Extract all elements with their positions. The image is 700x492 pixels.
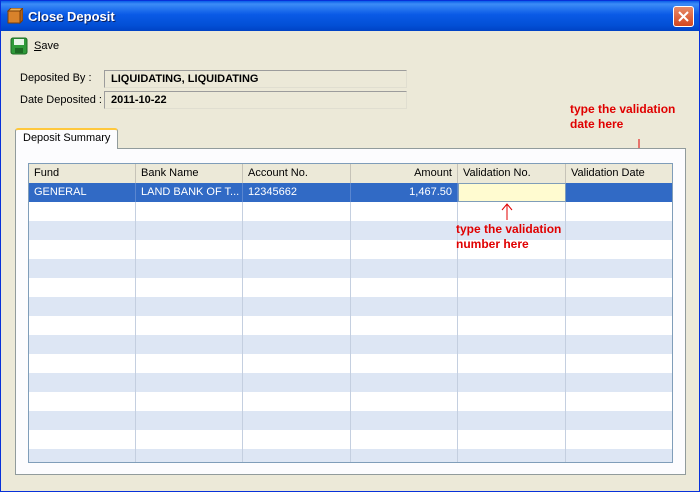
- deposit-summary-panel: Fund Bank Name Account No. Amount Valida…: [15, 148, 686, 475]
- empty-row: [29, 354, 672, 373]
- column-header-bank-name[interactable]: Bank Name: [136, 164, 243, 183]
- app-icon: [6, 6, 25, 25]
- empty-row: [29, 449, 672, 462]
- empty-row: [29, 430, 672, 449]
- validation-date-input[interactable]: [566, 183, 672, 202]
- column-header-fund[interactable]: Fund: [29, 164, 136, 183]
- empty-row: [29, 392, 672, 411]
- empty-row: [29, 373, 672, 392]
- title-bar[interactable]: Close Deposit: [1, 1, 699, 31]
- validation-date-hint: type the validation date here: [570, 102, 676, 131]
- empty-row: [29, 202, 672, 221]
- save-icon: [10, 37, 28, 55]
- close-button[interactable]: [673, 6, 694, 27]
- cell-amount[interactable]: 1,467.50: [351, 183, 458, 202]
- empty-row: [29, 278, 672, 297]
- cell-account-no[interactable]: 12345662: [243, 183, 351, 202]
- column-header-validation-date[interactable]: Validation Date: [566, 164, 672, 183]
- tab-deposit-summary[interactable]: Deposit Summary: [15, 128, 119, 149]
- date-deposited-label: Date Deposited :: [20, 94, 102, 106]
- close-deposit-window: Close Deposit Save Deposited By : LIQUID…: [0, 0, 700, 492]
- save-button[interactable]: Save: [10, 36, 59, 56]
- empty-row: [29, 335, 672, 354]
- column-header-validation-no[interactable]: Validation No.: [458, 164, 566, 183]
- column-header-account-no[interactable]: Account No.: [243, 164, 351, 183]
- column-header-amount[interactable]: Amount: [351, 164, 458, 183]
- deposited-by-label: Deposited By :: [20, 72, 92, 84]
- grid-header: Fund Bank Name Account No. Amount Valida…: [29, 164, 672, 184]
- toolbar: Save: [2, 31, 698, 61]
- empty-row: [29, 259, 672, 278]
- validation-no-input[interactable]: [458, 183, 566, 202]
- close-icon: [678, 11, 689, 22]
- cell-bank-name[interactable]: LAND BANK OF T...: [136, 183, 243, 202]
- deposited-by-field: LIQUIDATING, LIQUIDATING: [104, 70, 407, 88]
- validation-no-hint: type the validation number here: [456, 222, 562, 251]
- empty-row: [29, 411, 672, 430]
- empty-row: [29, 316, 672, 335]
- window-title: Close Deposit: [28, 9, 115, 24]
- deposit-grid[interactable]: Fund Bank Name Account No. Amount Valida…: [28, 163, 673, 463]
- arrow-up-icon: [501, 203, 513, 220]
- empty-row: [29, 297, 672, 316]
- cell-fund[interactable]: GENERAL: [29, 183, 136, 202]
- table-row[interactable]: GENERAL LAND BANK OF T... 12345662 1,467…: [29, 183, 672, 202]
- date-deposited-field: 2011-10-22: [104, 91, 407, 109]
- save-label: Save: [34, 40, 60, 52]
